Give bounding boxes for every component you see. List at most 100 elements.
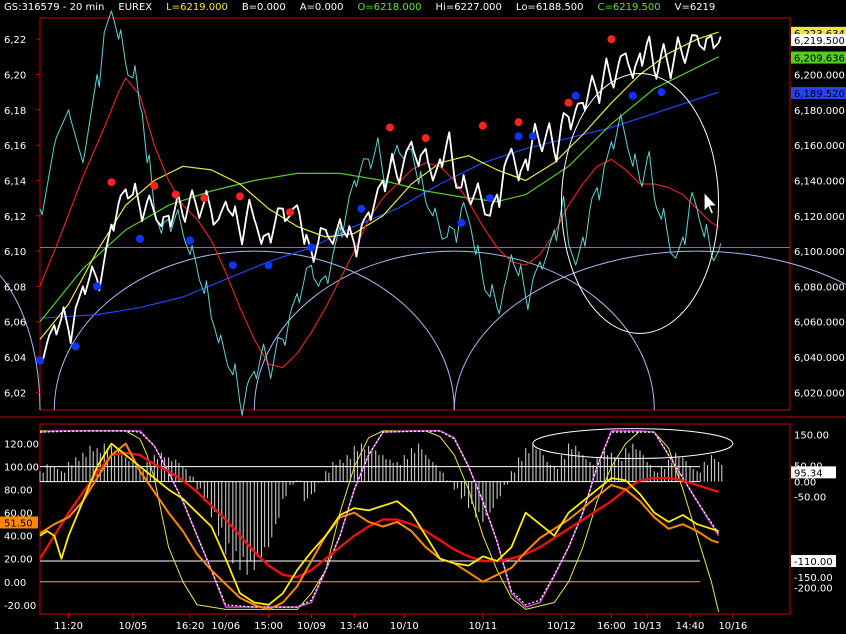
price-right-tick: 6,020.000	[794, 388, 845, 399]
high-price: Hi=6227.000	[435, 2, 502, 13]
osc-y-tick: -20.00	[4, 601, 36, 612]
mouse-cursor-icon	[703, 192, 717, 215]
swing-high-dot	[150, 181, 159, 190]
x-tick-label: 10/10	[390, 621, 419, 632]
osc-right-tick: -200.00	[794, 584, 833, 595]
price-right-tick: 6,060.000	[794, 318, 845, 329]
price-y-tick: 6,22	[4, 35, 26, 46]
price-y-tick: 6,10	[4, 247, 26, 258]
price-right-tick: 6,120.000	[794, 212, 845, 223]
cycle-arc	[53, 250, 455, 411]
series-red-ma	[39, 77, 719, 369]
swing-low-dot	[528, 132, 537, 141]
price-y-tick: 6,14	[4, 176, 26, 187]
price-right-badge-text: 6,189.520	[794, 89, 845, 100]
exchange-label: EUREX	[118, 2, 153, 13]
swing-high-dot	[236, 192, 244, 201]
price-y-tick: 6,12	[4, 212, 26, 223]
x-tick-label: 11:20	[54, 621, 83, 632]
swing-high-dot	[107, 178, 116, 187]
swing-high-dot	[478, 121, 487, 130]
low-price: Lo=6188.500	[515, 2, 584, 13]
price-right-tick: 6,160.000	[794, 141, 845, 152]
cycle-arc	[0, 274, 41, 411]
osc-right-tick: -150.00	[794, 573, 833, 584]
price-right-tick: 6,100.000	[794, 247, 845, 258]
price-y-tick: 6,06	[4, 318, 26, 329]
swing-low-dot	[36, 356, 44, 365]
last-price: L=6219.000	[166, 2, 228, 13]
swing-high-dot	[421, 134, 430, 143]
price-right-tick: 6,080.000	[794, 282, 845, 293]
price-y-tick: 6,20	[4, 71, 26, 82]
swing-low-dot	[228, 261, 237, 270]
swing-low-dot	[307, 243, 316, 252]
bid-price: B=0.000	[241, 2, 286, 13]
cycle-arc	[253, 250, 655, 411]
ask-price: A=0.000	[299, 2, 344, 13]
price-right-tick: 6,180.000	[794, 106, 845, 117]
swing-low-dot	[264, 261, 273, 270]
swing-high-dot	[564, 98, 573, 107]
swing-high-dot	[171, 190, 180, 199]
swing-low-dot	[657, 88, 666, 97]
osc-right-badge-text: 95.34	[794, 468, 823, 479]
swing-low-dot	[571, 91, 580, 100]
swing-low-dot	[136, 234, 144, 243]
swing-low-dot	[357, 204, 366, 213]
x-tick-label: 16:20	[176, 621, 205, 632]
price-right-badge-text: 6,219.500	[794, 36, 845, 47]
osc-y-tick: 100.00	[4, 463, 39, 474]
osc-y-tick: 120.00	[4, 440, 39, 451]
quote-header: GS:316579 - 20 min EUREX L=6219.000 B=0.…	[0, 0, 715, 16]
x-tick-label: 10/11	[468, 621, 497, 632]
price-right-tick: 6,200.000	[794, 71, 845, 82]
swing-high-dot	[200, 194, 209, 203]
osc-y-tick: 80.00	[4, 486, 33, 497]
osc-right-tick: -50.00	[794, 493, 826, 504]
x-tick-label: 10/05	[118, 621, 147, 632]
series-green-ma	[39, 56, 719, 323]
price-y-tick: 6,08	[4, 282, 26, 293]
symbol-label: GS:316579 - 20 min	[4, 2, 105, 13]
swing-low-dot	[486, 194, 494, 203]
x-tick-label: 15:00	[254, 621, 283, 632]
close-price: C=6219.500	[597, 2, 661, 13]
osc-y-tick: 0.00	[4, 578, 26, 589]
chart-canvas: 6,22 6,20 6,18 6,16 6,14 6,12 6,10 6,08 6,06 6,04…	[0, 10, 846, 632]
price-right-tick: 6,040.000	[794, 353, 845, 364]
price-y-tick: 6,04	[4, 353, 26, 364]
swing-high-dot	[386, 123, 394, 132]
swing-low-dot	[514, 132, 523, 141]
price-right-badge-text: 6,209.636	[794, 54, 845, 65]
swing-low-dot	[71, 342, 80, 351]
volume-label: V=6219	[674, 2, 716, 13]
cycle-arc	[453, 250, 846, 411]
axes: 6,22 6,20 6,18 6,16 6,14 6,12 6,10 6,08 6,06 6,04…	[0, 26, 846, 632]
swing-low-dot	[628, 91, 637, 100]
osc-left-badge-text: 51.50	[4, 518, 33, 529]
series-price	[39, 34, 722, 365]
x-tick-label: 14:40	[676, 621, 705, 632]
swing-low-dot	[186, 236, 194, 245]
chart-frame	[0, 17, 846, 615]
x-tick-label: 16:00	[597, 621, 626, 632]
osc-y-tick: 40.00	[4, 532, 33, 543]
osc-y-tick: 20.00	[4, 555, 33, 566]
x-tick-label: 10/12	[547, 621, 576, 632]
swing-high-dot	[286, 208, 294, 217]
price-panel	[0, 10, 846, 416]
price-y-tick: 6,16	[4, 141, 26, 152]
x-tick-label: 10/06	[211, 621, 240, 632]
swing-high-dot	[514, 118, 523, 127]
price-y-tick: 6,02	[4, 388, 26, 399]
open-price: O=6218.000	[357, 2, 422, 13]
x-tick-label: 10/09	[297, 621, 326, 632]
osc-right-tick: 150.00	[794, 430, 829, 441]
series-cyan	[39, 10, 722, 416]
oscillator-panel	[38, 428, 734, 612]
osc-right-badge-text: -110.00	[794, 557, 833, 568]
price-y-tick: 6,18	[4, 106, 26, 117]
x-tick-label: 10/13	[633, 621, 662, 632]
swing-high-dot	[607, 35, 616, 44]
